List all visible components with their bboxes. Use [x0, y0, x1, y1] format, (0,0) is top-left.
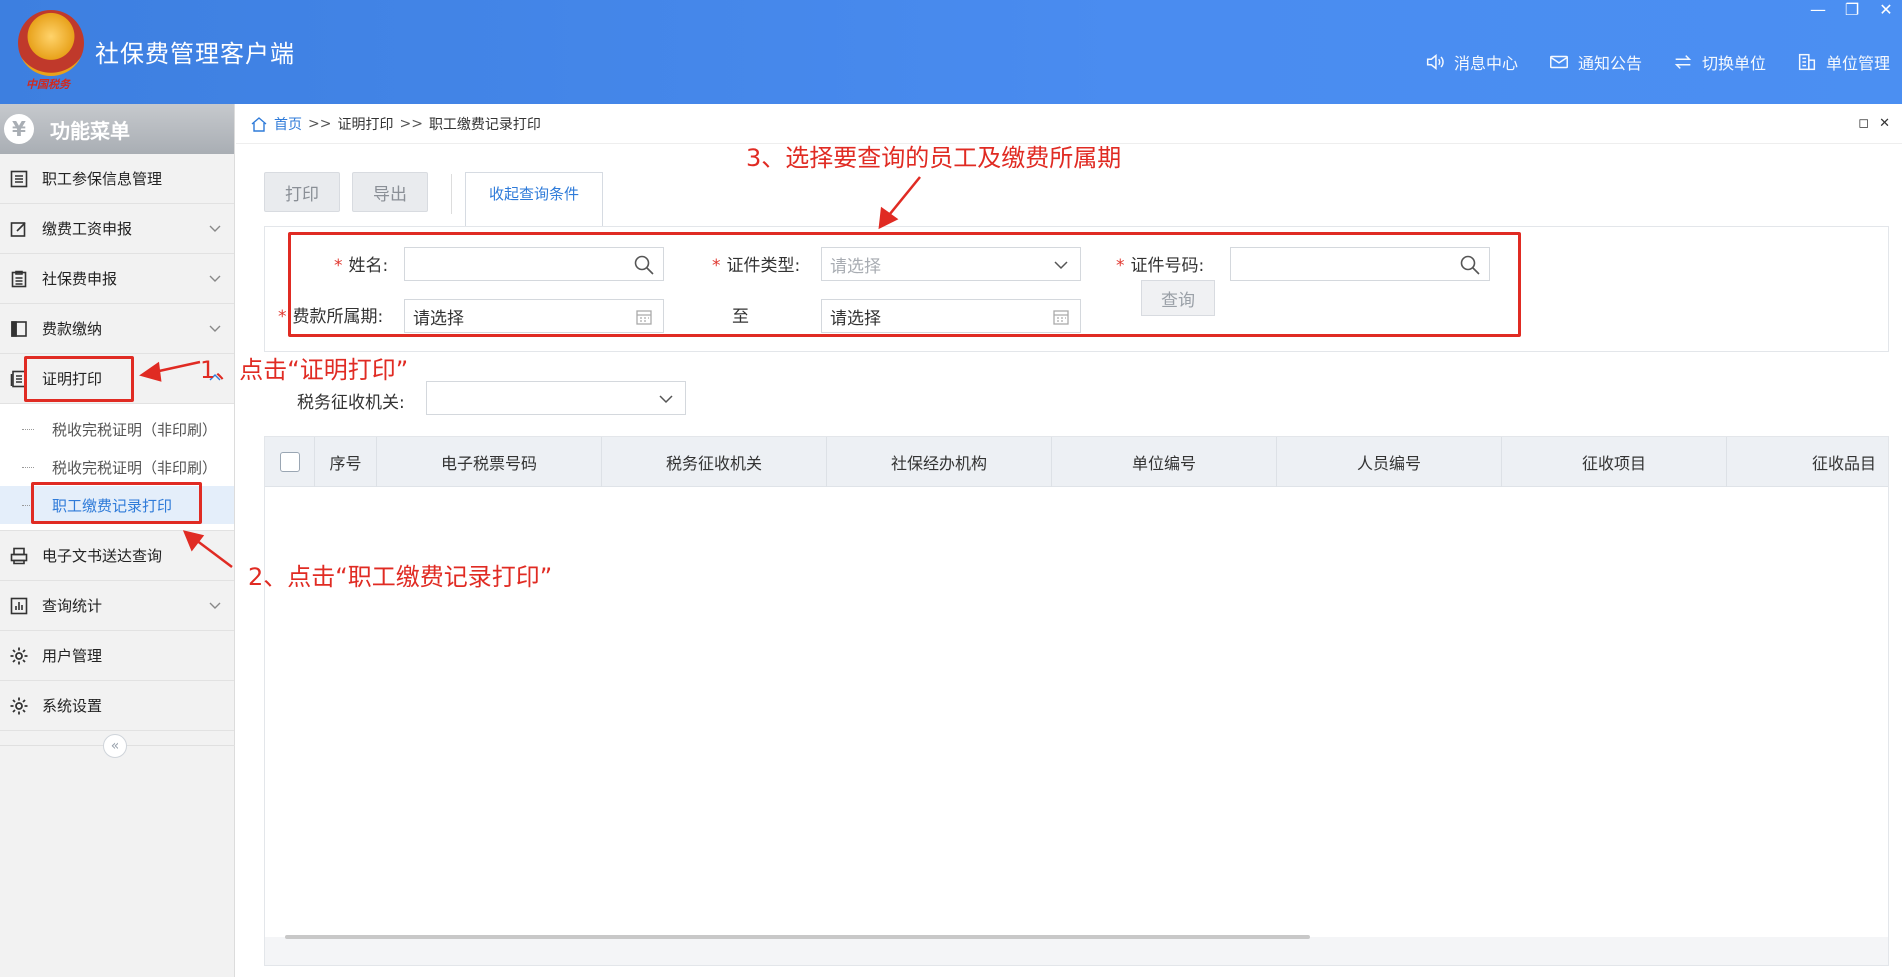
maximize-panel-button[interactable]: ◻	[1858, 116, 1869, 131]
sidebar-item-insured-info[interactable]: 职工参保信息管理	[0, 154, 234, 204]
switch-unit-link[interactable]: 切换单位	[1672, 50, 1766, 74]
horizontal-scrollbar[interactable]	[285, 935, 1310, 939]
unit-management-link[interactable]: 单位管理	[1796, 50, 1890, 74]
yen-icon: ¥	[4, 114, 34, 144]
annotation-box-step2	[31, 482, 202, 524]
tax-office-select[interactable]	[426, 381, 686, 415]
close-panel-button[interactable]: ✕	[1879, 116, 1890, 131]
minimize-button[interactable]: —	[1808, 0, 1828, 19]
chevron-down-icon	[659, 395, 673, 404]
emblem-caption: 中国税务	[26, 78, 70, 91]
sidebar-item-label: 查询统计	[42, 597, 103, 615]
list-icon	[8, 168, 30, 190]
notice-link[interactable]: 通知公告	[1548, 50, 1642, 74]
tax-office-label: 税务征收机关:	[297, 393, 405, 413]
home-icon	[251, 116, 267, 132]
chevron-down-icon	[209, 275, 221, 282]
switch-unit-label: 切换单位	[1701, 54, 1766, 73]
select-all-checkbox[interactable]	[279, 452, 300, 472]
column-header[interactable]: 人员编号	[1277, 437, 1502, 487]
annotation-step2: 2、点击“职工缴费记录打印”	[248, 563, 553, 591]
message-center-label: 消息中心	[1453, 54, 1518, 73]
message-center-link[interactable]: 消息中心	[1424, 50, 1518, 74]
notice-label: 通知公告	[1577, 54, 1642, 73]
edit-icon	[8, 218, 30, 240]
gear-icon	[8, 695, 30, 717]
printer-icon	[8, 545, 30, 567]
submenu-item-tax-certificate-2[interactable]: 税收完税证明（非印刷）	[0, 448, 234, 486]
column-header[interactable]: 序号	[315, 437, 377, 487]
chart-icon	[8, 595, 30, 617]
restore-button[interactable]: ❐	[1842, 0, 1862, 19]
records-table: 序号 电子税票号码 税务征收机关 社保经办机构 单位编号 人员编号 征收项目 征…	[264, 436, 1889, 966]
chevron-down-icon	[209, 225, 221, 232]
column-header[interactable]: 社保经办机构	[827, 437, 1052, 487]
collapse-sidebar-button[interactable]: «	[103, 734, 127, 758]
toolbar-divider	[451, 174, 452, 214]
header-nav: 消息中心 通知公告 切换单位 单位管理	[1424, 50, 1890, 74]
chevron-down-icon	[209, 602, 221, 609]
panel-controls: ◻ ✕	[1858, 116, 1890, 131]
table-header: 序号 电子税票号码 税务征收机关 社保经办机构 单位编号 人员编号 征收项目 征…	[265, 437, 1888, 487]
sidebar-item-query-stats[interactable]: 查询统计	[0, 581, 234, 631]
app-title: 社保费管理客户端	[95, 40, 295, 68]
sidebar-title: 功能菜单	[50, 118, 130, 143]
column-header[interactable]: 征收品目	[1727, 437, 1888, 487]
annotation-box-step1	[24, 356, 134, 402]
column-header[interactable]: 征收项目	[1502, 437, 1727, 487]
required-mark: *	[278, 307, 287, 327]
sidebar-item-label: 费款缴纳	[42, 320, 103, 338]
close-window-button[interactable]: ✕	[1876, 0, 1896, 19]
sidebar-item-label: 系统设置	[42, 697, 103, 715]
sidebar-item-user-management[interactable]: 用户管理	[0, 631, 234, 681]
app-header: 中国税务 社保费管理客户端 — ❐ ✕ 消息中心 通知公告 切换单位 单位管理	[0, 0, 1902, 104]
column-header[interactable]: 税务征收机关	[602, 437, 827, 487]
sidebar-header: ¥ 功能菜单	[0, 104, 234, 162]
switch-icon	[1674, 55, 1692, 69]
breadcrumb-home[interactable]: 首页	[274, 114, 302, 134]
gear-icon	[8, 645, 30, 667]
toolbar: 打印 导出	[264, 172, 428, 212]
print-button[interactable]: 打印	[264, 172, 340, 212]
unit-management-label: 单位管理	[1825, 54, 1890, 73]
sidebar-item-label: 用户管理	[42, 647, 103, 665]
submenu-item-tax-certificate[interactable]: 税收完税证明（非印刷）	[0, 410, 234, 448]
sidebar-item-label: 社保费申报	[42, 270, 118, 288]
speaker-icon	[1426, 54, 1444, 70]
breadcrumb-separator: >>	[399, 115, 423, 132]
breadcrumb-level1: 证明打印	[337, 116, 394, 133]
column-header[interactable]: 电子税票号码	[377, 437, 602, 487]
book-icon	[8, 318, 30, 340]
sidebar-item-e-document-query[interactable]: 电子文书送达查询	[0, 531, 234, 581]
sidebar-item-system-settings[interactable]: 系统设置	[0, 681, 234, 731]
mail-icon	[1549, 55, 1568, 69]
annotation-box-step3	[288, 232, 1521, 337]
annotation-step1: 1、点击“证明打印”	[200, 356, 409, 384]
sidebar-item-label: 电子文书送达查询	[42, 547, 163, 565]
sidebar-item-label: 缴费工资申报	[42, 220, 133, 238]
clipboard-icon	[8, 268, 30, 290]
window-controls: — ❐ ✕	[1808, 0, 1896, 19]
building-icon	[1798, 53, 1816, 71]
sidebar-item-social-fee-declaration[interactable]: 社保费申报	[0, 254, 234, 304]
select-all-cell	[265, 437, 315, 487]
sidebar-item-fee-payment[interactable]: 费款缴纳	[0, 304, 234, 354]
sidebar-item-wage-declaration[interactable]: 缴费工资申报	[0, 204, 234, 254]
sidebar: ¥ 功能菜单 职工参保信息管理 缴费工资申报 社保费申报 费款缴纳 证明打印 税…	[0, 104, 235, 977]
export-button[interactable]: 导出	[352, 172, 428, 212]
breadcrumb-separator: >>	[308, 115, 332, 132]
annotation-step3: 3、选择要查询的员工及缴费所属期	[746, 144, 1122, 172]
chevron-down-icon	[209, 325, 221, 332]
toggle-query-conditions-tab[interactable]: 收起查询条件	[465, 172, 603, 228]
breadcrumb-level2: 职工缴费记录打印	[428, 116, 541, 133]
table-footer	[265, 937, 1888, 965]
sidebar-item-label: 职工参保信息管理	[42, 170, 163, 188]
tax-emblem-icon	[18, 10, 84, 76]
column-header[interactable]: 单位编号	[1052, 437, 1277, 487]
